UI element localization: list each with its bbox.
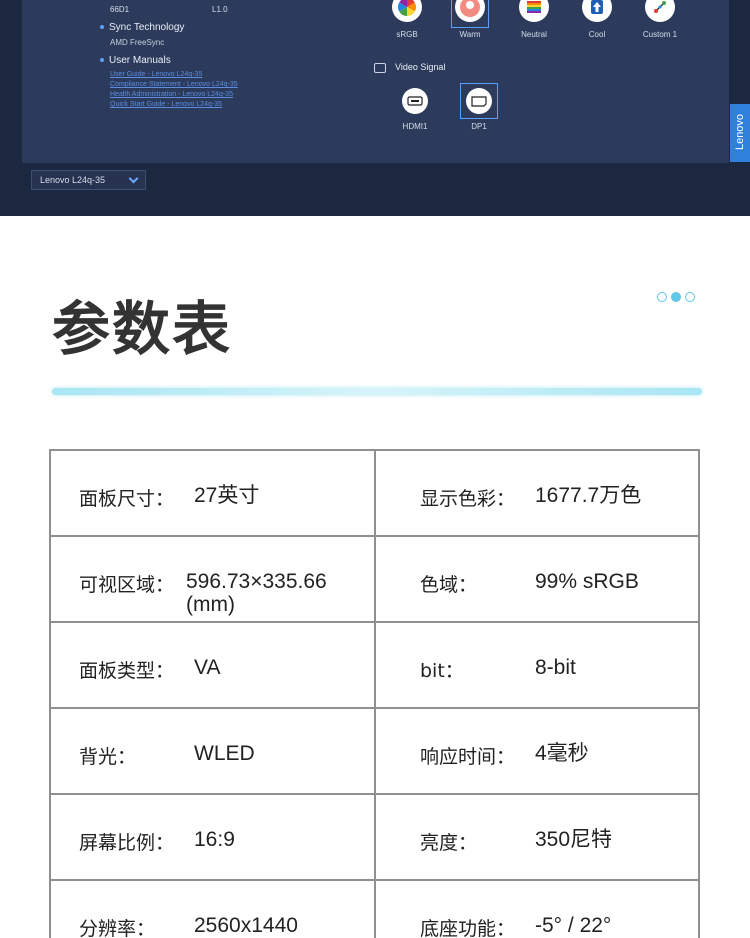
spec-cell: 背光： WLED xyxy=(49,707,376,795)
spec-label: 屏幕比例： xyxy=(79,832,175,854)
spec-label: 背光： xyxy=(79,746,137,768)
software-banner: 66D1 L1.0 Sync Technology AMD FreeSync U… xyxy=(0,0,750,216)
custom-sliders-icon xyxy=(645,0,675,22)
settings-panel: 66D1 L1.0 Sync Technology AMD FreeSync U… xyxy=(22,0,729,163)
bullet-icon xyxy=(100,58,104,63)
spec-cell: 面板尺寸： 27英寸 xyxy=(49,449,376,537)
video-signal-title: Video Signal xyxy=(395,62,446,72)
table-row: 面板尺寸： 27英寸 显示色彩： 1677.7万色 xyxy=(49,449,700,537)
spec-value: -5° / 22° xyxy=(535,914,612,937)
spec-label: 底座功能： xyxy=(420,918,516,938)
input-port-hdmi1[interactable]: HDMI1 xyxy=(385,88,445,131)
manual-link[interactable]: Compliance Statement - Lenovo L24q-35 xyxy=(110,81,238,88)
table-row: 屏幕比例： 16:9 亮度： 350尼特 xyxy=(49,793,700,881)
spec-label: 响应时间： xyxy=(420,746,516,768)
spec-cell: 显示色彩： 1677.7万色 xyxy=(374,449,700,537)
color-mode-label: Neutral xyxy=(521,30,547,39)
spec-value: 2560x1440 xyxy=(194,914,298,937)
table-row: 可视区域： 596.73×335.66 (mm) 色域： 99% sRGB xyxy=(49,535,700,623)
chevron-down-icon xyxy=(128,173,139,184)
spec-label: 面板尺寸： xyxy=(79,488,175,510)
neutral-rainbow-icon xyxy=(519,0,549,22)
spec-label: bit： xyxy=(420,660,464,682)
spec-label: 亮度： xyxy=(420,832,478,854)
spec-label: 显示色彩： xyxy=(420,488,516,510)
color-mode-neutral[interactable]: Neutral xyxy=(499,0,569,39)
cool-arrow-icon xyxy=(582,0,612,22)
spec-value: WLED xyxy=(194,742,255,765)
video-signal-icon xyxy=(374,63,386,73)
spec-cell: 分辨率： 2560x1440 xyxy=(49,879,376,938)
sync-title: Sync Technology xyxy=(100,22,184,33)
table-row: 分辨率： 2560x1440 底座功能： -5° / 22° xyxy=(49,879,700,938)
pager-dot[interactable] xyxy=(657,292,667,302)
sync-value: AMD FreeSync xyxy=(110,38,165,47)
port-label: DP1 xyxy=(471,122,487,131)
pager-dot-active[interactable] xyxy=(671,292,681,302)
spec-cell: 底座功能： -5° / 22° xyxy=(374,879,700,938)
spec-value: 596.73×335.66 (mm) xyxy=(186,570,327,616)
port-label: HDMI1 xyxy=(402,122,428,131)
brand-logo-text: Lenovo xyxy=(734,113,746,151)
firmware-version: L1.0 xyxy=(212,5,228,14)
spec-label: 分辨率： xyxy=(79,918,156,938)
table-row: 面板类型： VA bit： 8-bit xyxy=(49,621,700,709)
color-mode-label: Custom 1 xyxy=(642,30,678,39)
spec-value: 99% sRGB xyxy=(535,570,639,593)
spec-value: 16:9 xyxy=(194,828,235,851)
spec-cell: 可视区域： 596.73×335.66 (mm) xyxy=(49,535,376,623)
spec-cell: bit： 8-bit xyxy=(374,621,700,709)
section-divider xyxy=(52,388,702,395)
hdmi-port-icon xyxy=(402,88,428,114)
spec-value: 1677.7万色 xyxy=(535,484,642,507)
spec-cell: 色域： 99% sRGB xyxy=(374,535,700,623)
input-port-dp1[interactable]: DP1 xyxy=(449,83,509,131)
color-mode-label: Cool xyxy=(588,30,606,39)
spec-table: 面板尺寸： 27英寸 显示色彩： 1677.7万色 可视区域： 596.73×335… xyxy=(49,449,700,938)
lenovo-side-tab[interactable]: Lenovo xyxy=(730,104,750,162)
manual-link[interactable]: Quick Start Guide - Lenovo L24q-35 xyxy=(110,101,222,108)
spec-value: 8-bit xyxy=(535,656,576,679)
pager-dots xyxy=(657,287,699,306)
color-mode-cool[interactable]: Cool xyxy=(562,0,632,39)
spec-value: 350尼特 xyxy=(535,828,613,851)
warm-tone-icon xyxy=(455,0,485,22)
color-wheel-icon xyxy=(392,0,422,22)
displayport-icon xyxy=(466,88,492,114)
manuals-title: User Manuals xyxy=(100,55,171,66)
model-dropdown-value: Lenovo L24q-35 xyxy=(40,175,106,185)
spec-value: 27英寸 xyxy=(194,484,260,507)
table-row: 背光： WLED 响应时间： 4毫秒 xyxy=(49,707,700,795)
spec-cell: 面板类型： VA xyxy=(49,621,376,709)
color-mode-custom-1[interactable]: Custom 1 xyxy=(625,0,695,39)
spec-label: 面板类型： xyxy=(79,660,175,682)
color-mode-label: sRGB xyxy=(396,30,418,39)
spec-cell: 响应时间： 4毫秒 xyxy=(374,707,700,795)
color-mode-warm[interactable]: Warm xyxy=(435,0,505,39)
model-dropdown[interactable]: Lenovo L24q-35 xyxy=(31,170,146,190)
page-title: 参数表 xyxy=(52,295,233,363)
spec-label: 可视区域： xyxy=(79,574,175,596)
spec-cell: 亮度： 350尼特 xyxy=(374,793,700,881)
monitor-info: 66D1 L1.0 Sync Technology AMD FreeSync U… xyxy=(100,0,380,160)
model-code: 66D1 xyxy=(110,5,130,14)
bullet-icon xyxy=(100,25,104,30)
color-mode-srgb[interactable]: sRGB xyxy=(372,0,442,39)
manual-link[interactable]: User Guide - Lenovo L24q-35 xyxy=(110,71,202,78)
spec-value: VA xyxy=(194,656,221,679)
pager-dot[interactable] xyxy=(685,292,695,302)
color-mode-label: Warm xyxy=(459,30,481,39)
spec-value: 4毫秒 xyxy=(535,742,589,765)
spec-label: 色域： xyxy=(420,574,478,596)
spec-cell: 屏幕比例： 16:9 xyxy=(49,793,376,881)
manual-link[interactable]: Health Administration - Lenovo L24q-35 xyxy=(110,91,233,98)
